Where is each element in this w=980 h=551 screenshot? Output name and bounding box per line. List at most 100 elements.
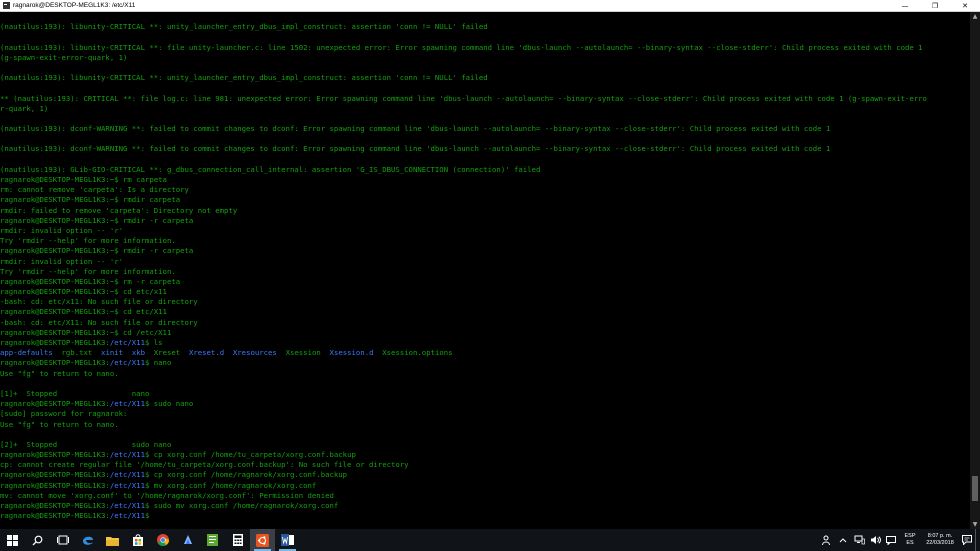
folder-icon [106, 536, 119, 546]
directory-name: /etc/X11 [109, 511, 145, 521]
terminal-text: (g-spawn-exit-error-quark, 1) [0, 52, 128, 62]
terminal-line: Use "fg" to return to nano. [0, 420, 970, 430]
terminal-line: ragnarok@DESKTOP-MEGL1K3:~$ cd etc/X11 [0, 307, 970, 317]
ubuntu-button[interactable] [250, 529, 275, 551]
terminal-line: ragnarok@DESKTOP-MEGL1K3:/etc/X11$ mv xo… [0, 481, 970, 491]
terminal-line: [sudo] password for ragnarok: [0, 409, 970, 419]
terminal-text: ragnarok@DESKTOP-MEGL1K3:~$ rmdir -r car… [0, 246, 194, 256]
terminal-text: (nautilus:193): GLib-GIO-CRITICAL **: g_… [0, 164, 541, 174]
word-button[interactable] [275, 529, 300, 551]
edge-button[interactable] [75, 529, 100, 551]
terminal-line: rmdir: invalid option -- 'r' [0, 226, 970, 236]
terminal-text: ragnarok@DESKTOP-MEGL1K3:~$ cd /etc/X11 [0, 327, 172, 337]
input-language[interactable]: ESP ES [899, 533, 921, 547]
directory-name: Xresources [232, 348, 277, 358]
search-icon [32, 535, 43, 545]
terminal-text: ragnarok@DESKTOP-MEGL1K3:~$ rm carpeta [0, 175, 167, 184]
directory-name: xkb [131, 348, 145, 358]
terminal-text: ragnarok@DESKTOP-MEGL1K3: [0, 480, 110, 490]
terminal-line: ** (nautilus:193): CRITICAL **: file log… [0, 94, 970, 104]
terminal-line: ragnarok@DESKTOP-MEGL1K3:/etc/X11$ ls [0, 338, 970, 348]
terminal-text: ragnarok@DESKTOP-MEGL1K3:~$ cd etc/x11 [0, 287, 167, 297]
terminal-line: ragnarok@DESKTOP-MEGL1K3:~$ rmdir -r car… [0, 216, 970, 226]
clock[interactable]: 8:07 p. m. 22/03/2018 [921, 533, 959, 547]
show-desktop-button[interactable] [975, 529, 980, 551]
chrome-button[interactable] [150, 529, 175, 551]
terminal-text: r-quark, 1) [0, 103, 49, 113]
chrome-icon [156, 534, 169, 546]
terminal-line: [2]+ Stopped sudo nano [0, 440, 970, 450]
terminal-line: (nautilus:193): dconf-WARNING **: failed… [0, 144, 970, 154]
terminal-text: mv: cannot move 'xorg.conf' to '/home/ra… [0, 490, 334, 500]
scrollbar-thumb[interactable] [972, 476, 978, 502]
task-view-button[interactable] [50, 529, 75, 551]
maximize-button[interactable]: ❐ [920, 0, 950, 11]
terminal-line: -bash: cd: etc/X11: No such file or dire… [0, 318, 970, 328]
terminal-text: -bash: cd: etc/X11: No such file or dire… [0, 317, 198, 327]
terminal-line: ragnarok@DESKTOP-MEGL1K3:~$ rm carpeta [0, 175, 970, 185]
terminal-text: (nautilus:193): dconf-WARNING **: failed… [0, 144, 831, 154]
terminal-text: [1]+ Stopped nano [0, 388, 150, 398]
directory-name: Xsession.d [329, 348, 374, 358]
terminal-text: (nautilus:193): dconf-WARNING **: failed… [0, 124, 831, 134]
terminal-line: (nautilus:193): GLib-GIO-CRITICAL **: g_… [0, 165, 970, 175]
terminal-text: [sudo] password for ragnarok: [0, 409, 128, 419]
terminal-text: Use "fg" to return to nano. [0, 419, 119, 429]
close-button[interactable]: ✕ [950, 0, 980, 11]
notepad-button[interactable] [200, 529, 225, 551]
terminal-line: ragnarok@DESKTOP-MEGL1K3:/etc/X11$ sudo … [0, 501, 970, 511]
search-button[interactable] [25, 529, 50, 551]
terminal-text: rm: cannot remove 'carpeta': Is a direct… [0, 185, 189, 195]
terminal-line: [1]+ Stopped nano [0, 389, 970, 399]
calculator-button[interactable] [225, 529, 250, 551]
action-center-button[interactable] [959, 529, 975, 551]
language-code: ESP [904, 533, 916, 539]
keyboard-layout: ES [906, 540, 914, 546]
terminal-line: Try 'rmdir --help' for more information. [0, 236, 970, 246]
terminal-text: $ cp xorg.conf /home/tu_carpeta/xorg.con… [144, 450, 356, 460]
clock-time: 8:07 p. m. [927, 533, 953, 539]
people-icon[interactable] [819, 529, 835, 551]
start-button[interactable] [0, 529, 25, 551]
terminal-scrollbar[interactable]: ▲ ▼ [970, 12, 980, 530]
terminal-line: ragnarok@DESKTOP-MEGL1K3:/etc/X11$ [0, 511, 970, 521]
terminal-line: (nautilus:193): libunity-CRITICAL **: un… [0, 22, 970, 32]
terminal-text: cp: cannot create regular file '/home/tu… [0, 460, 409, 470]
notepad-icon [207, 534, 218, 546]
minimize-button[interactable]: — [890, 0, 920, 11]
terminal-line: ragnarok@DESKTOP-MEGL1K3:~$ cd /etc/X11 [0, 328, 970, 338]
terminal-line: rm: cannot remove 'carpeta': Is a direct… [0, 185, 970, 195]
directory-name: app-defaults [0, 348, 53, 358]
terminal-line: ragnarok@DESKTOP-MEGL1K3:/etc/X11$ nano [0, 358, 970, 368]
blue-app-icon [183, 535, 192, 544]
terminal-text: $ mv xorg.conf /home/ragnarok/xorg.conf [144, 480, 317, 490]
windows-icon [7, 534, 18, 546]
terminal-text: rmdir: invalid option -- 'r' [0, 256, 124, 266]
message-icon[interactable] [883, 529, 899, 551]
network-icon[interactable] [851, 529, 867, 551]
scroll-up-arrow-icon[interactable]: ▲ [970, 12, 980, 22]
terminal-text: -bash: cd: etc/x11: No such file or dire… [0, 297, 198, 307]
volume-icon[interactable] [867, 529, 883, 551]
terminal-line: rmdir: invalid option -- 'r' [0, 257, 970, 267]
terminal-text: ragnarok@DESKTOP-MEGL1K3: [0, 450, 110, 460]
file-explorer-button[interactable] [100, 529, 125, 551]
app-button[interactable] [175, 529, 200, 551]
terminal-output[interactable]: (nautilus:193): libunity-CRITICAL **: un… [0, 12, 970, 530]
terminal-text: rmdir: invalid option -- 'r' [0, 225, 124, 235]
window-titlebar[interactable]: ragnarok@DESKTOP-MEGL1K3: /etc/X11 — ❐ ✕ [0, 0, 980, 12]
store-button[interactable] [125, 529, 150, 551]
terminal-text: [2]+ Stopped sudo nano [0, 439, 172, 449]
terminal-text: $ cp xorg.conf /home/ragnarok/xorg.conf.… [144, 470, 348, 480]
terminal-line: ragnarok@DESKTOP-MEGL1K3:~$ cd etc/x11 [0, 287, 970, 297]
terminal-line: cp: cannot create regular file '/home/tu… [0, 460, 970, 470]
terminal-line: (nautilus:193): libunity-CRITICAL **: un… [0, 73, 970, 83]
terminal-line: ragnarok@DESKTOP-MEGL1K3:~$ rm -r carpet… [0, 277, 970, 287]
terminal-text: Xreset [145, 348, 189, 358]
terminal-text: ragnarok@DESKTOP-MEGL1K3: [0, 358, 110, 368]
show-hidden-icons-chevron-icon[interactable] [835, 529, 851, 551]
